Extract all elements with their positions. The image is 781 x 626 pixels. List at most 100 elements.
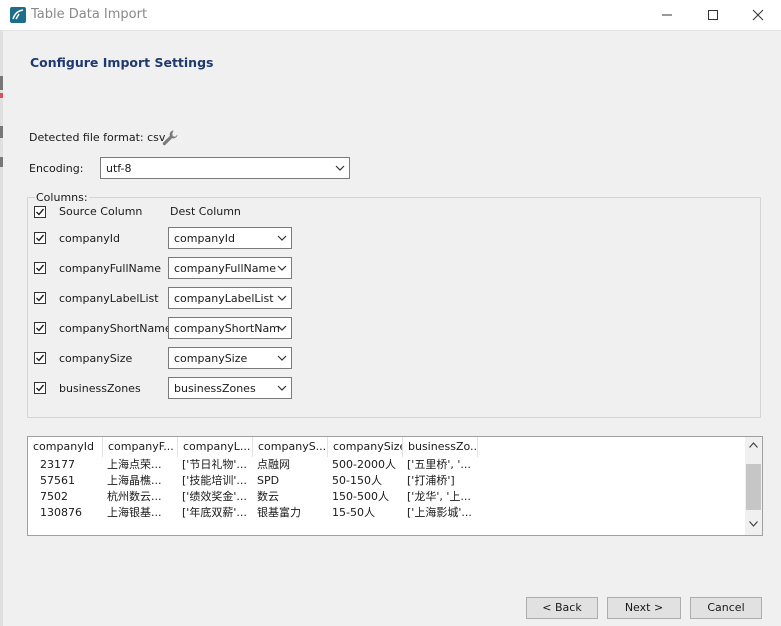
preview-cell: 银基富力	[257, 506, 301, 519]
preview-cell: 上海晶樵...	[107, 474, 162, 487]
column-checkbox[interactable]	[34, 352, 46, 364]
edge-mark	[0, 126, 3, 138]
preview-column-header[interactable]: companyId	[28, 437, 103, 457]
checkmark-icon	[36, 384, 45, 392]
encoding-select[interactable]: utf-8	[100, 157, 350, 179]
dest-column-value: companySize	[174, 352, 248, 365]
preview-column-header[interactable]: companyS...	[253, 437, 328, 457]
data-preview-table[interactable]: companyId companyF... companyL... compan…	[27, 436, 763, 536]
source-column-name: companyId	[59, 232, 120, 245]
checkmark-icon	[36, 234, 45, 242]
vertical-scrollbar[interactable]	[745, 437, 762, 535]
source-column-header: Source Column	[59, 205, 143, 218]
preview-cell: 7502	[40, 490, 68, 503]
detected-format-label: Detected file format: csv	[29, 131, 166, 144]
columns-legend: Columns:	[35, 191, 89, 204]
dest-column-select[interactable]: companySize	[168, 347, 292, 369]
dest-column-header: Dest Column	[170, 205, 241, 218]
preview-cell: ['龙华', '上...	[407, 490, 471, 503]
maximize-button[interactable]	[690, 0, 736, 30]
select-all-checkbox[interactable]	[34, 206, 46, 218]
preview-cell: 15-50人	[332, 506, 375, 519]
preview-cell: ['技能培训'...	[182, 474, 247, 487]
back-button[interactable]: < Back	[526, 597, 598, 619]
dest-column-select[interactable]: companyId	[168, 227, 292, 249]
window-title: Table Data Import	[31, 7, 148, 22]
edge-mark	[0, 76, 3, 90]
preview-cell: 点融网	[257, 458, 290, 471]
dest-column-select[interactable]: companyShortNam	[168, 317, 292, 339]
preview-cell: 杭州数云...	[107, 490, 162, 503]
preview-cell: SPD	[257, 474, 280, 487]
dest-column-select[interactable]: companyFullName	[168, 257, 292, 279]
preview-cell: ['上海影城'...	[407, 506, 472, 519]
encoding-value: utf-8	[106, 162, 132, 175]
preview-cell: 150-500人	[332, 490, 389, 503]
close-icon	[752, 9, 764, 21]
preview-cell: 57561	[40, 474, 75, 487]
preview-cell: ['年底双薪'...	[182, 506, 247, 519]
column-checkbox[interactable]	[34, 232, 46, 244]
source-column-name: companyLabelList	[59, 292, 159, 305]
preview-cell: ['绩效奖金'...	[182, 490, 247, 503]
source-column-name: companyFullName	[59, 262, 161, 275]
chevron-down-icon	[335, 165, 345, 171]
wrench-icon[interactable]	[161, 129, 178, 146]
preview-cell: 500-2000人	[332, 458, 396, 471]
preview-cell: 50-150人	[332, 474, 382, 487]
dest-column-value: companyId	[174, 232, 235, 245]
minimize-icon	[662, 14, 672, 16]
close-button[interactable]	[735, 0, 781, 30]
checkmark-icon	[36, 294, 45, 302]
column-checkbox[interactable]	[34, 262, 46, 274]
cancel-button[interactable]: Cancel	[690, 597, 762, 619]
preview-column-header[interactable]: companyF...	[103, 437, 178, 457]
preview-cell: ['打浦桥']	[407, 474, 455, 487]
dest-column-select[interactable]: companyLabelList	[168, 287, 292, 309]
edge-mark	[0, 157, 3, 167]
scrollbar-thumb[interactable]	[746, 464, 761, 510]
encoding-label: Encoding:	[29, 162, 84, 175]
dest-column-select[interactable]: businessZones	[168, 377, 292, 399]
left-edge	[0, 30, 3, 626]
checkmark-icon	[36, 208, 45, 216]
source-column-name: companySize	[59, 352, 133, 365]
preview-cell: 数云	[257, 490, 279, 503]
chevron-down-icon	[277, 295, 287, 301]
checkmark-icon	[36, 324, 45, 332]
dest-column-value: businessZones	[174, 382, 256, 395]
maximize-icon	[708, 10, 718, 20]
chevron-down-icon	[277, 385, 287, 391]
dest-column-value: companyFullName	[174, 262, 276, 275]
preview-cell: 上海银基...	[107, 506, 162, 519]
checkmark-icon	[36, 264, 45, 272]
chevron-down-icon	[277, 325, 287, 331]
preview-cell: ['五里桥', '...	[407, 458, 471, 471]
checkmark-icon	[36, 354, 45, 362]
source-column-name: businessZones	[59, 382, 141, 395]
chevron-down-icon	[277, 355, 287, 361]
column-checkbox[interactable]	[34, 322, 46, 334]
preview-cell: 130876	[40, 506, 82, 519]
preview-cell: ['节日礼物'...	[182, 458, 247, 471]
section-title: Configure Import Settings	[30, 55, 214, 70]
preview-cell: 23177	[40, 458, 75, 471]
scroll-down-icon[interactable]	[749, 521, 758, 527]
next-button[interactable]: Next >	[607, 597, 681, 619]
edge-mark	[0, 93, 3, 98]
preview-column-header[interactable]: companySize	[328, 437, 403, 457]
scroll-up-icon[interactable]	[749, 442, 758, 448]
source-column-name: companyShortName	[59, 322, 172, 335]
minimize-button[interactable]	[644, 0, 690, 30]
title-bar: Table Data Import	[0, 0, 781, 31]
chevron-down-icon	[277, 265, 287, 271]
chevron-down-icon	[277, 235, 287, 241]
column-checkbox[interactable]	[34, 382, 46, 394]
column-checkbox[interactable]	[34, 292, 46, 304]
preview-column-header[interactable]: companyL...	[178, 437, 253, 457]
preview-cell: 上海点荣...	[107, 458, 162, 471]
dest-column-value: companyShortNam	[174, 322, 280, 335]
preview-header-row: companyId companyF... companyL... compan…	[28, 437, 744, 457]
preview-column-header[interactable]: businessZo...	[403, 437, 478, 457]
dest-column-value: companyLabelList	[174, 292, 274, 305]
